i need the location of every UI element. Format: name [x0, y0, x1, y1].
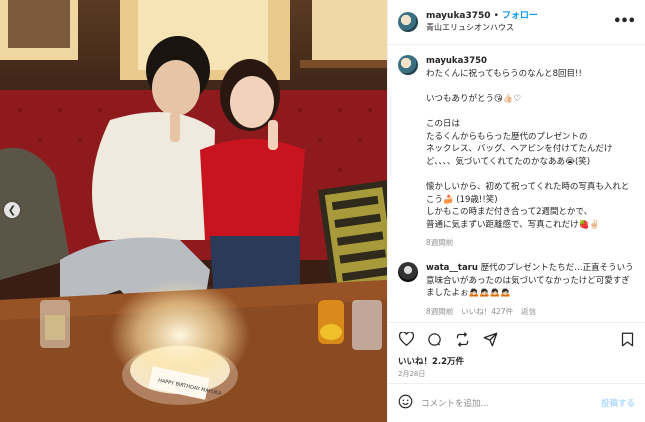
comment-input[interactable]: コメントを追加...: [421, 397, 593, 409]
location-link[interactable]: 青山エリュシオンハウス: [426, 22, 538, 34]
commenter-username[interactable]: wata__taru: [426, 263, 478, 273]
caption-para-4: 懐かしいから、初めて祝ってくれた時の写真も入れとこう🍰 (19歳!!笑) しかも…: [426, 181, 630, 230]
separator-dot: •: [493, 11, 499, 21]
share-icon[interactable]: [482, 331, 498, 347]
reply-button[interactable]: 返信: [521, 306, 536, 319]
post-comment-button[interactable]: 投稿する: [601, 397, 635, 409]
heart-icon[interactable]: [398, 331, 414, 347]
chevron-left-icon: ❮: [7, 204, 17, 216]
commenter-avatar[interactable]: [398, 261, 418, 282]
header-username[interactable]: mayuka3750: [426, 10, 491, 22]
caption: mayuka3750 わたくんに祝ってもらうのなんと8回目!! いつもありがとう…: [398, 55, 635, 250]
comment-time: 8週間前: [426, 306, 454, 316]
caption-para-3: この日は たるくんからもらった歴代のプレゼントの ネックレス、バッグ、ヘアピンを…: [426, 118, 613, 167]
post-photo[interactable]: HAPPY BIRTHDAY MAYUKA ❮: [0, 0, 387, 422]
repost-icon[interactable]: [454, 331, 470, 347]
post-header: mayuka3750 • フォロー 青山エリュシオンハウス •••: [388, 0, 645, 45]
photo-illustration: HAPPY BIRTHDAY MAYUKA: [0, 0, 387, 422]
comment-likes[interactable]: いいね！427件: [461, 306, 513, 319]
follow-button[interactable]: フォロー: [502, 10, 538, 22]
like-count[interactable]: いいね！2.2万件: [388, 355, 645, 369]
comment-box: コメントを追加... 投稿する: [388, 383, 645, 422]
instagram-post-modal: HAPPY BIRTHDAY MAYUKA ❮ mayuka3750 • フォロ…: [0, 0, 645, 422]
comments-list: mayuka3750 わたくんに祝ってもらうのなんと8回目!! いつもありがとう…: [388, 45, 645, 322]
action-bar: [388, 322, 645, 355]
comment-item: wata__taru 歴代のプレゼントたちだ…正直そういう意味合いがあったのは気…: [398, 261, 635, 319]
caption-para-2: いつもありがとう😘👍🏻♡: [426, 93, 522, 104]
caption-time: 8週間前: [426, 238, 454, 248]
post-side-panel: mayuka3750 • フォロー 青山エリュシオンハウス ••• mayuka…: [387, 0, 645, 422]
emoji-icon[interactable]: [398, 394, 413, 413]
more-icon[interactable]: •••: [613, 14, 636, 29]
avatar[interactable]: [398, 12, 418, 32]
bookmark-icon[interactable]: [619, 331, 635, 347]
comment-icon[interactable]: [426, 331, 442, 347]
prev-photo-button[interactable]: ❮: [4, 202, 20, 218]
caption-username[interactable]: mayuka3750: [426, 55, 631, 68]
caption-para-1: わたくんに祝ってもらうのなんと8回目!!: [426, 68, 582, 79]
post-date: 2月28日: [398, 370, 426, 378]
caption-avatar[interactable]: [398, 55, 418, 75]
